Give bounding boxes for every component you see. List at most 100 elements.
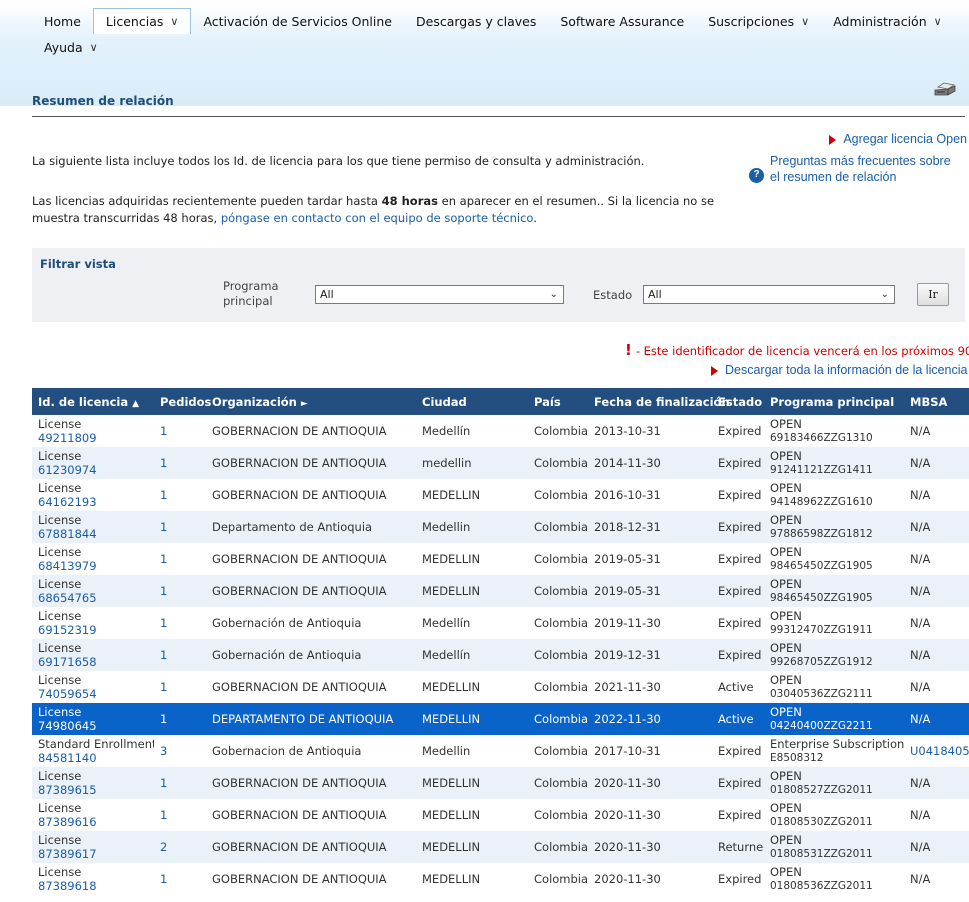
orders-link[interactable]: 1 (160, 712, 167, 726)
orders-link[interactable]: 1 (160, 808, 167, 822)
nav-item-activaci-n-de-servicios-online[interactable]: Activación de Servicios Online (191, 8, 404, 34)
mbsa-value[interactable]: U0418405 (910, 744, 969, 758)
table-row[interactable]: License 68654765 1 GOBERNACION DE ANTIOQUIA… (32, 575, 969, 607)
table-row[interactable]: License 74980645 1 DEPARTAMENTO DE ANTIOQUI… (32, 703, 969, 735)
table-row[interactable]: License 61230974 1 GOBERNACION DE ANTIOQUIA… (32, 447, 969, 479)
table-row[interactable]: License 69152319 1 Gobernación de Antioquia… (32, 607, 969, 639)
table-row[interactable]: License 49211809 1 GOBERNACION DE ANTIOQUIA… (32, 415, 969, 447)
nav-item-home[interactable]: Home (32, 8, 93, 34)
col-header-organization[interactable]: Organización ► (206, 388, 416, 415)
table-row[interactable]: License 87389615 1 GOBERNACION DE ANTIOQUIA… (32, 767, 969, 799)
nav-item-licencias[interactable]: Licencias ∨ (92, 8, 192, 34)
program-code: 04240400ZZG2211 (770, 719, 873, 732)
faq-link[interactable]: ? Preguntas más frecuentes sobre el resu… (749, 153, 951, 185)
contact-support-link[interactable]: póngase en contacto con el equipo de sop… (221, 211, 533, 225)
add-open-license-link[interactable]: Agregar licencia Open (829, 132, 967, 146)
city-cell: MEDELLIN (416, 703, 528, 735)
orders-link[interactable]: 1 (160, 584, 167, 598)
license-id-cell: License 74980645 (32, 703, 154, 735)
download-all-link[interactable]: Descargar toda la información de la lice… (711, 363, 968, 377)
table-row[interactable]: License 69171658 1 Gobernación de Antioquia… (32, 639, 969, 671)
status-cell: Expired (712, 639, 764, 671)
orders-link[interactable]: 1 (160, 488, 167, 502)
nav-item-software-assurance[interactable]: Software Assurance (548, 8, 696, 34)
license-type: Standard Enrollment (38, 736, 154, 751)
table-row[interactable]: License 87389618 1 GOBERNACION DE ANTIOQUIA… (32, 863, 969, 895)
license-id-link[interactable]: 49211809 (38, 431, 154, 445)
mbsa-cell: N/A (904, 479, 969, 511)
license-id-link[interactable]: 87389617 (38, 847, 154, 861)
license-id-link[interactable]: 68654765 (38, 591, 154, 605)
table-row[interactable]: Standard Enrollment 84581140 3 Gobernacion … (32, 735, 969, 767)
table-row[interactable]: License 87389616 1 GOBERNACION DE ANTIOQUIA… (32, 799, 969, 831)
orders-link[interactable]: 1 (160, 680, 167, 694)
organization-cell: GOBERNACION DE ANTIOQUIA (206, 831, 416, 863)
license-id-link[interactable]: 61230974 (38, 463, 154, 477)
orders-link[interactable]: 1 (160, 424, 167, 438)
col-header-program[interactable]: Programa principal (764, 388, 904, 415)
city-cell: MEDELLIN (416, 767, 528, 799)
program-code: 01808530ZZG2011 (770, 815, 873, 828)
col-header-end-date[interactable]: Fecha de finalización (588, 388, 730, 415)
nav-item-suscripciones[interactable]: Suscripciones ∨ (696, 8, 821, 34)
license-id-link[interactable]: 67881844 (38, 527, 154, 541)
orders-link[interactable]: 1 (160, 552, 167, 566)
printer-icon[interactable] (933, 80, 957, 98)
nav-item-ayuda[interactable]: Ayuda ∨ (32, 34, 110, 60)
organization-cell: Gobernacion de Antioquia (212, 744, 362, 758)
license-id-link[interactable]: 74059654 (38, 687, 154, 701)
col-header-mbsa[interactable]: MBSA (904, 388, 969, 415)
license-id-cell: License 68654765 (32, 575, 154, 607)
status-cell: Expired (718, 872, 762, 886)
license-id-link[interactable]: 74980645 (38, 719, 154, 733)
col-header-status[interactable]: Estado (712, 388, 764, 415)
mbsa-cell: N/A (904, 799, 969, 831)
orders-link[interactable]: 3 (160, 744, 167, 758)
status-cell: Expired (718, 424, 762, 438)
mbsa-cell: N/A (904, 863, 969, 895)
license-type: License (38, 576, 82, 591)
orders-link[interactable]: 1 (160, 648, 167, 662)
end-date-cell: 2019-12-31 (588, 639, 712, 671)
table-row[interactable]: License 67881844 1 Departamento de Antioqui… (32, 511, 969, 543)
organization-cell: GOBERNACION DE ANTIOQUIA (206, 447, 416, 479)
country-cell: Colombia (528, 767, 588, 799)
col-header-city[interactable]: Ciudad (416, 388, 528, 415)
col-header-country[interactable]: País (528, 388, 588, 415)
orders-link[interactable]: 1 (160, 520, 167, 534)
table-row[interactable]: License 74059654 1 GOBERNACION DE ANTIOQUIA… (32, 671, 969, 703)
license-id-link[interactable]: 64162193 (38, 495, 154, 509)
col-header-license-id[interactable]: Id. de licencia ▲ (32, 388, 154, 415)
nav-item-administraci-n[interactable]: Administración ∨ (821, 8, 954, 34)
license-id-link[interactable]: 87389618 (38, 879, 154, 893)
nav-item-descargas-y-claves[interactable]: Descargas y claves (404, 8, 548, 34)
program-select-value: All (320, 288, 334, 301)
license-id-link[interactable]: 68413979 (38, 559, 154, 573)
mbsa-value: N/A (910, 488, 931, 502)
orders-link[interactable]: 1 (160, 776, 167, 790)
status-select[interactable]: All ⌄ (643, 285, 895, 304)
license-id-link[interactable]: 69152319 (38, 623, 154, 637)
license-id-link[interactable]: 84581140 (38, 751, 154, 765)
table-row[interactable]: License 68413979 1 GOBERNACION DE ANTIOQUIA… (32, 543, 969, 575)
program-code: 03040536ZZG2111 (770, 687, 873, 700)
orders-link[interactable]: 1 (160, 616, 167, 630)
go-button[interactable]: Ir (917, 283, 949, 306)
license-id-link[interactable]: 87389615 (38, 783, 154, 797)
license-type: License (38, 544, 82, 559)
city-cell: MEDELLIN (416, 575, 528, 607)
col-header-orders[interactable]: Pedidos (154, 388, 211, 415)
program-select[interactable]: All ⌄ (315, 285, 564, 304)
orders-link[interactable]: 2 (160, 840, 167, 854)
expiration-legend: ! - Este identificador de licencia vencer… (625, 341, 969, 359)
table-row[interactable]: License 87389617 2 GOBERNACION DE ANTIOQUIA… (32, 831, 969, 863)
license-id-link[interactable]: 87389616 (38, 815, 154, 829)
table-header-row: Id. de licencia ▲ Pedidos Organización ► C… (32, 388, 969, 415)
license-id-link[interactable]: 69171658 (38, 655, 154, 669)
city-cell: MEDELLIN (422, 552, 481, 566)
organization-cell: Departamento de Antioquia (206, 511, 416, 543)
orders-link[interactable]: 1 (160, 456, 167, 470)
table-row[interactable]: License 64162193 1 GOBERNACION DE ANTIOQUIA… (32, 479, 969, 511)
mbsa-cell: N/A (904, 831, 969, 863)
orders-link[interactable]: 1 (160, 872, 167, 886)
